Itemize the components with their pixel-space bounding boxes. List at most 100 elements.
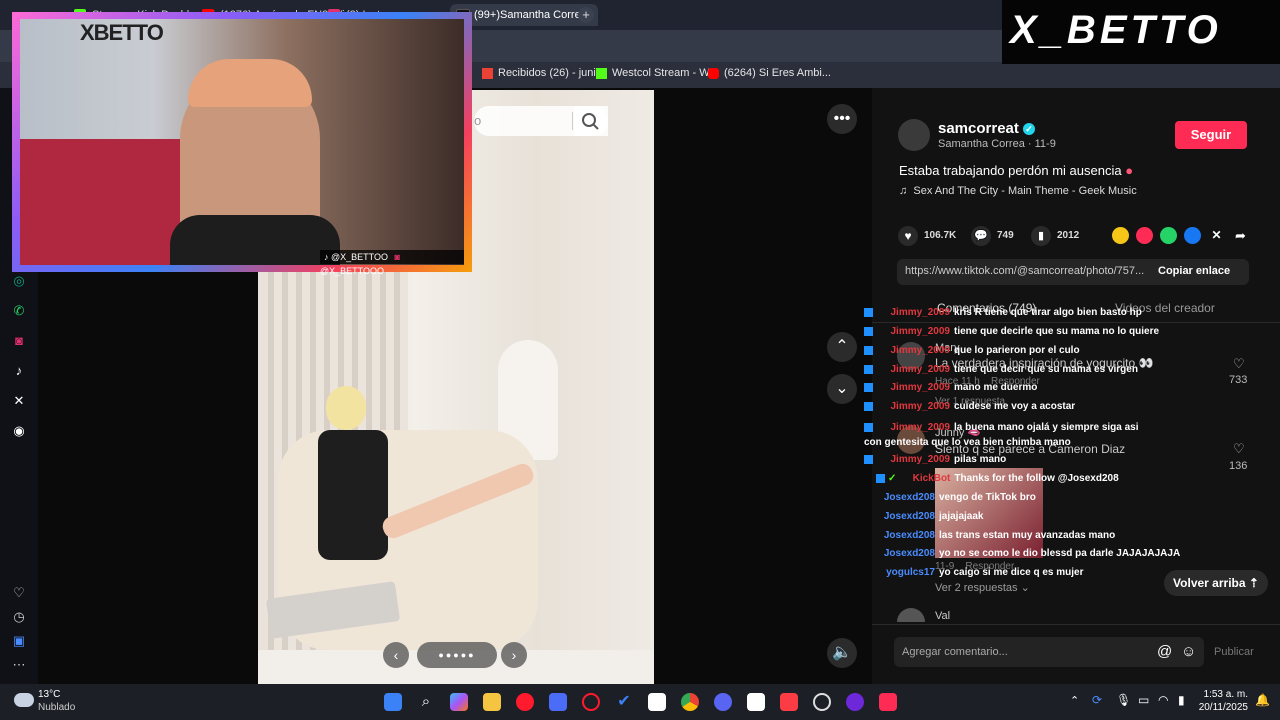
share-x-icon[interactable]: ✕: [1208, 227, 1225, 244]
search-icon: [582, 113, 599, 130]
share-whatsapp-icon[interactable]: [1160, 227, 1177, 244]
share-facebook-icon[interactable]: [1184, 227, 1201, 244]
weather-temp[interactable]: 13°C: [38, 689, 60, 700]
notion-icon[interactable]: [648, 693, 666, 711]
tab-tiktok-active[interactable]: (99+)Samantha Corre: [450, 4, 598, 26]
favorites-icon[interactable]: ♡: [10, 584, 28, 602]
post-link[interactable]: https://www.tiktok.com/@samcorreat/photo…: [905, 265, 1149, 277]
share-more-icon[interactable]: ➦: [1232, 227, 1249, 244]
tiktok-icon: ♪: [324, 252, 329, 262]
chat-message: Josexd208 yo no se como le dio blessd pa …: [883, 548, 1181, 559]
battery-icon[interactable]: ▮: [1178, 693, 1185, 707]
copilot-icon[interactable]: [450, 693, 468, 711]
store-icon[interactable]: [549, 693, 567, 711]
todo-icon[interactable]: ✔: [615, 693, 633, 711]
previous-post-button[interactable]: ⌃: [827, 332, 857, 362]
share-send-icon[interactable]: [1136, 227, 1153, 244]
badge-icon: [864, 364, 873, 374]
obs-icon[interactable]: [813, 693, 831, 711]
whatsapp-icon[interactable]: ✆: [10, 302, 28, 320]
comment-like-button[interactable]: ♡: [1233, 356, 1245, 372]
chevron-up-icon[interactable]: ⌃: [1070, 694, 1079, 707]
chat-message: Jimmy_2009 tiene que decir que su mama es…: [864, 364, 1138, 375]
badge-icon: [864, 307, 873, 317]
app-icon[interactable]: [846, 693, 864, 711]
avatar[interactable]: [898, 119, 930, 151]
verified-icon: ✓: [1023, 123, 1036, 135]
post-subtitle: Samantha Correa · 11-9: [938, 138, 1056, 150]
save-button[interactable]: ▮: [1031, 226, 1051, 246]
calendar-icon[interactable]: [747, 693, 765, 711]
bookmark-icon: ▮: [1037, 230, 1045, 242]
badge-icon: [864, 401, 873, 411]
tray-app-icon[interactable]: ⟳: [1092, 693, 1102, 707]
chevron-up-icon: ⌃: [835, 338, 849, 355]
clock-date[interactable]: 20/11/2025: [1198, 702, 1248, 713]
next-post-button[interactable]: ⌄: [827, 374, 857, 404]
history-icon[interactable]: ◷: [10, 608, 28, 626]
share-embed-icon[interactable]: [1112, 227, 1129, 244]
apple-music-icon[interactable]: [780, 693, 798, 711]
display-icon[interactable]: ▭: [1138, 693, 1149, 707]
search-button[interactable]: [574, 106, 608, 136]
wifi-icon[interactable]: ◠: [1158, 693, 1168, 707]
streamer-shirt: [170, 215, 340, 265]
publish-button[interactable]: Publicar: [1214, 646, 1254, 658]
chat-message: Jimmy_2009 kris R tiene que tirar algo bi…: [864, 307, 1142, 318]
opera-icon[interactable]: [582, 693, 600, 711]
copy-link-button[interactable]: Copiar enlace: [1158, 265, 1230, 277]
weather-desc[interactable]: Nublado: [38, 702, 75, 713]
webcam-feed: [20, 19, 464, 265]
youtube-icon: [708, 68, 719, 79]
translate-icon[interactable]: ▣: [10, 632, 28, 650]
bookmark-westcol[interactable]: Westcol Stream - W...: [596, 67, 718, 79]
badge-icon: [876, 473, 885, 483]
heart-icon: ♥: [904, 229, 912, 243]
tiktok-icon[interactable]: [879, 693, 897, 711]
bookmark-gmail[interactable]: Recibidos (26) - juni...: [482, 67, 605, 79]
search-icon[interactable]: ⌕: [417, 693, 435, 711]
new-tab-button[interactable]: +: [578, 7, 594, 23]
microphone-icon[interactable]: 🎙: [1116, 693, 1131, 707]
comment-user[interactable]: Val: [935, 610, 950, 622]
like-button[interactable]: ♥: [898, 226, 918, 246]
more-options-button[interactable]: •••: [827, 104, 857, 134]
volume-button[interactable]: 🔈: [827, 638, 857, 668]
chat-message: ✓ KickBot Thanks for the follow @Josexd208: [876, 473, 1119, 484]
person-hair: [326, 386, 366, 430]
file-explorer-icon[interactable]: [483, 693, 501, 711]
tiktok-icon[interactable]: ♪: [10, 362, 28, 380]
chatgpt-icon[interactable]: ◎: [10, 272, 28, 290]
more-icon[interactable]: ⋯: [10, 656, 28, 674]
instagram-icon[interactable]: ◙: [10, 332, 28, 350]
heart-outline-icon: ♡: [1233, 441, 1245, 456]
more-icon: •••: [833, 110, 851, 127]
bookmark-youtube[interactable]: (6264) Si Eres Ambi...: [708, 67, 831, 79]
like-count: 106.7K: [924, 230, 957, 241]
comment-button[interactable]: 💬: [971, 226, 991, 246]
x-icon[interactable]: ✕: [10, 392, 28, 410]
gmail-icon: [482, 68, 493, 79]
view-replies-button[interactable]: Ver 2 respuestas ⌄: [935, 581, 1030, 594]
chat-message: Josexd208 las trans estan muy avanzadas m…: [883, 530, 1116, 541]
clock-time[interactable]: 1:53 a. m.: [1200, 689, 1248, 700]
tab-divider: [872, 322, 1280, 323]
notification-bell-icon[interactable]: 🔔: [1255, 693, 1270, 707]
music-icon[interactable]: ◉: [10, 422, 28, 440]
follow-button[interactable]: Seguir: [1175, 121, 1247, 149]
comment-like-button[interactable]: ♡: [1233, 441, 1245, 457]
back-to-top-button[interactable]: Volver arriba ⇡: [1164, 570, 1268, 596]
post-username[interactable]: samcorreat ✓: [938, 120, 1036, 137]
mention-icon[interactable]: @: [1157, 643, 1172, 660]
post-music[interactable]: ♫ Sex And The City - Main Theme - Geek M…: [899, 185, 1137, 197]
emoji-icon[interactable]: ☺: [1181, 643, 1196, 660]
start-icon[interactable]: [384, 693, 402, 711]
carousel-prev-button[interactable]: ‹: [383, 642, 409, 668]
carousel-next-button[interactable]: ›: [501, 642, 527, 668]
photo-carousel-controls: ‹ ●●●●● ›: [383, 640, 531, 670]
chrome-icon[interactable]: [681, 693, 699, 711]
discord-icon[interactable]: [714, 693, 732, 711]
opera-gx-icon[interactable]: [516, 693, 534, 711]
chat-message: yogulcs17 yo caigo si me dice q es mujer: [886, 567, 1084, 578]
badge-icon: [864, 345, 873, 355]
